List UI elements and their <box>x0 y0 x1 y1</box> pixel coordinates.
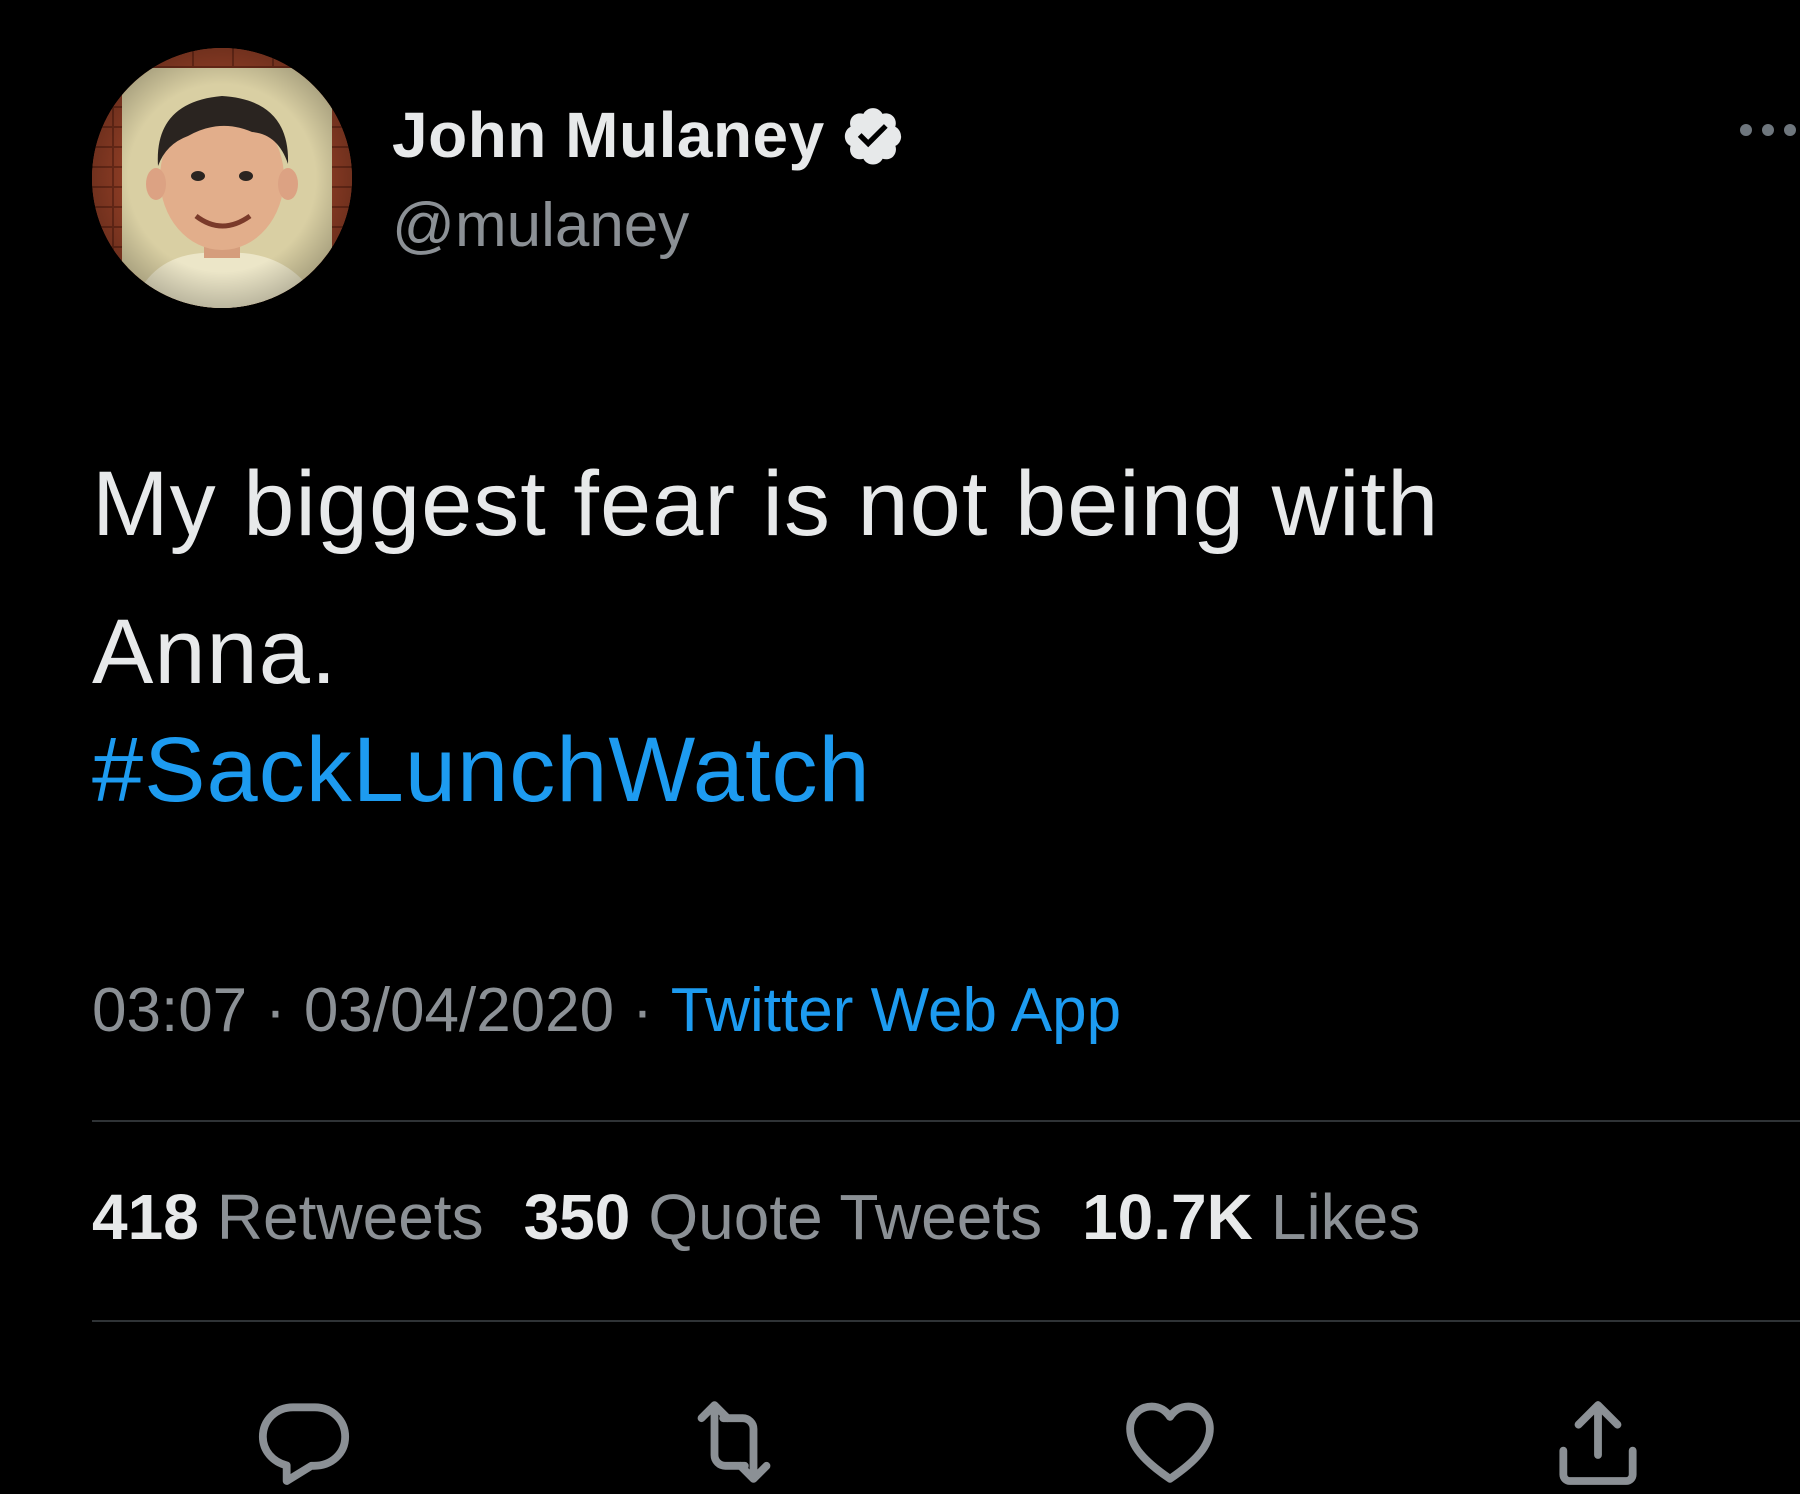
tweet-meta: 03:07 · 03/04/2020 · Twitter Web App <box>92 975 1121 1046</box>
tweet-text-line: Anna. <box>92 601 338 703</box>
tweet-actions <box>0 1378 1800 1494</box>
tweet-text-line: My biggest fear is not being with <box>92 453 1440 555</box>
retweets-stat[interactable]: 418 Retweets <box>92 1180 484 1254</box>
tweet-time[interactable]: 03:07 <box>92 975 247 1046</box>
heart-icon[interactable] <box>1118 1390 1222 1494</box>
more-options-icon[interactable] <box>1740 120 1800 140</box>
tweet-stats: 418 Retweets 350 Quote Tweets 10.7K Like… <box>92 1180 1460 1254</box>
divider <box>92 1120 1800 1122</box>
retweets-count: 418 <box>92 1181 199 1253</box>
retweet-icon[interactable] <box>682 1390 786 1494</box>
tweet-date[interactable]: 03/04/2020 <box>304 975 614 1046</box>
display-name[interactable]: John Mulaney <box>392 98 825 172</box>
likes-count: 10.7K <box>1082 1181 1253 1253</box>
avatar[interactable] <box>92 48 352 308</box>
reply-icon[interactable] <box>252 1390 356 1494</box>
quote-tweets-stat[interactable]: 350 Quote Tweets <box>524 1180 1043 1254</box>
avatar-photo <box>92 48 352 308</box>
retweets-label: Retweets <box>216 1181 484 1253</box>
divider <box>92 1320 1800 1322</box>
author-handle[interactable]: @mulaney <box>392 190 689 261</box>
more-dot <box>1740 124 1752 136</box>
more-dot <box>1762 124 1774 136</box>
likes-label: Likes <box>1270 1181 1421 1253</box>
tweet-detail: John Mulaney @mulaney My biggest fear is… <box>0 0 1800 1494</box>
share-icon[interactable] <box>1546 1390 1650 1494</box>
quote-tweets-count: 350 <box>523 1181 631 1253</box>
meta-separator: · <box>265 976 286 1045</box>
tweet-source-link[interactable]: Twitter Web App <box>671 975 1121 1046</box>
likes-stat[interactable]: 10.7K Likes <box>1082 1180 1420 1254</box>
more-dot <box>1784 124 1796 136</box>
hashtag-link[interactable]: #SackLunchWatch <box>92 710 871 830</box>
author-name-row: John Mulaney <box>392 90 905 180</box>
verified-badge-icon <box>841 103 905 167</box>
meta-separator: · <box>632 976 653 1045</box>
quote-tweets-label: Quote Tweets <box>648 1181 1043 1253</box>
tweet-text: My biggest fear is not being with Anna. <box>92 430 1752 726</box>
